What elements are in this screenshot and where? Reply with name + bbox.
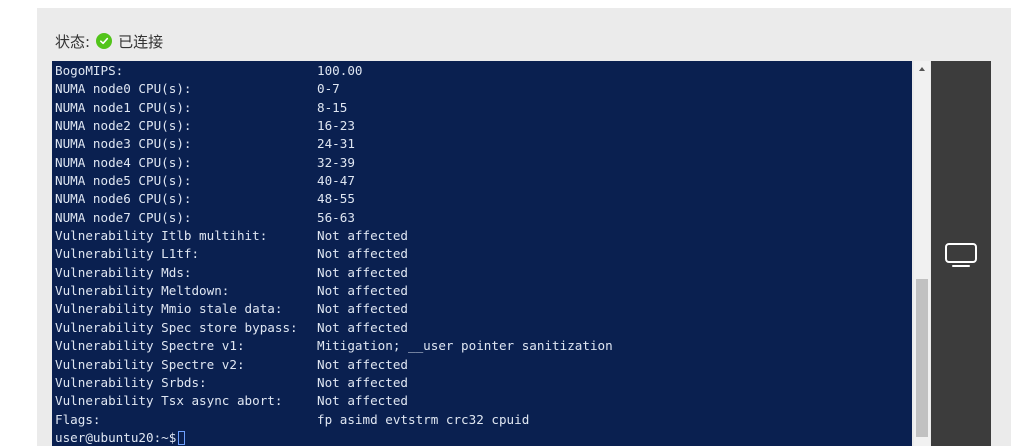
terminal-line-value: Not affected [317,228,408,244]
terminal-line-key: NUMA node1 CPU(s): [55,99,192,115]
terminal-line-value: fp asimd evtstrm crc32 cpuid [317,411,530,427]
terminal-line-key: Vulnerability Spectre v2: [55,356,245,372]
terminal-line-value: Mitigation; __user pointer sanitization [317,338,613,354]
monitor-icon [944,242,978,272]
terminal-line: Vulnerability Spec store bypass: Not affe… [55,319,408,337]
monitor-button[interactable] [943,243,979,271]
terminal-line-value: 48-55 [317,191,355,207]
terminal-line-key: Vulnerability Spec store bypass: [55,319,298,335]
terminal-line-key: Vulnerability L1tf: [55,246,200,262]
terminal-line-key: Vulnerability Meltdown: [55,283,230,299]
terminal-scrollbar[interactable] [914,61,930,446]
terminal-line-key: NUMA node4 CPU(s): [55,154,192,170]
terminal-line: Vulnerability Srbds: Not affected [55,374,408,392]
terminal-line-value: 32-39 [317,154,355,170]
status-label: 状态: [55,32,91,51]
terminal-line-key: Vulnerability Tsx async abort: [55,393,283,409]
terminal-line: Vulnerability Itlb multihit: Not affected [55,227,408,245]
terminal-line-value: Not affected [317,374,408,390]
scrollbar-thumb[interactable] [916,279,928,437]
terminal-prompt-line[interactable]: user@ubuntu20:~$ [55,429,186,446]
terminal-line: NUMA node7 CPU(s): 56-63 [55,209,355,227]
terminal-line: Vulnerability Mmio stale data: Not affect… [55,300,408,318]
status-value: 已连接 [118,32,164,51]
terminal-line-key: NUMA node2 CPU(s): [55,118,192,134]
terminal-line-value: 16-23 [317,118,355,134]
terminal-line: Flags: fp asimd evtstrm crc32 cpuid [55,411,529,429]
terminal-prompt: user@ubuntu20:~$ [55,429,177,445]
terminal-line: Vulnerability Meltdown: Not affected [55,282,408,300]
terminal-cursor [178,431,186,446]
terminal-line-value: Not affected [317,393,408,409]
terminal-line-key: NUMA node0 CPU(s): [55,81,192,97]
terminal-line-key: Vulnerability Srbds: [55,374,207,390]
terminal-line: NUMA node4 CPU(s): 32-39 [55,154,355,172]
terminal-line-value: 40-47 [317,173,355,189]
terminal-line-key: NUMA node6 CPU(s): [55,191,192,207]
connection-status: 状态: 已连接 [55,30,163,52]
terminal-line-key: BogoMIPS: [55,63,124,78]
terminal-line: Vulnerability Spectre v2: Not affected [55,356,408,374]
terminal-line-key: Vulnerability Mmio stale data: [55,301,283,317]
terminal-line-key: Vulnerability Itlb multihit: [55,228,268,244]
terminal-line: NUMA node3 CPU(s): 24-31 [55,135,355,153]
terminal-line: Vulnerability Spectre v1: Mitigation; __u… [55,337,613,355]
terminal-line-value: 56-63 [317,209,355,225]
terminal-line: NUMA node6 CPU(s): 48-55 [55,190,355,208]
terminal-line-value: 8-15 [317,99,348,115]
terminal-line-key: NUMA node5 CPU(s): [55,173,192,189]
terminal-line-value: Not affected [317,319,408,335]
terminal-line-value: Not affected [317,264,408,280]
terminal-line-key: NUMA node7 CPU(s): [55,209,192,225]
terminal-screen[interactable]: BogoMIPS: 100.00 NUMA node0 CPU(s): 0-7 NUMA… [52,61,912,446]
terminal-line-value: Not affected [317,283,408,299]
terminal-line: Vulnerability L1tf: Not affected [55,245,408,263]
terminal-line: NUMA node5 CPU(s): 40-47 [55,172,355,190]
terminal-line: Vulnerability Tsx async abort: Not affect… [55,392,408,410]
terminal-line-value: 100.00 [317,63,363,78]
terminal-line: NUMA node1 CPU(s): 8-15 [55,99,347,117]
terminal-line-value: Not affected [317,356,408,372]
side-toolbar [931,61,991,446]
terminal-line-value: 24-31 [317,136,355,152]
terminal-line: Vulnerability Mds: Not affected [55,264,408,282]
check-circle-icon [96,33,113,49]
terminal-line-key: Vulnerability Spectre v1: [55,338,245,354]
terminal-line: BogoMIPS: 100.00 [55,62,363,80]
terminal-line-value: Not affected [317,301,408,317]
terminal-line-value: Not affected [317,246,408,262]
terminal-line: NUMA node0 CPU(s): 0-7 [55,80,340,98]
terminal-line: NUMA node2 CPU(s): 16-23 [55,117,355,135]
terminal-line-key: Flags: [55,411,101,427]
terminal-line-key: Vulnerability Mds: [55,264,192,280]
terminal-line-key: NUMA node3 CPU(s): [55,136,192,152]
terminal-output: BogoMIPS: 100.00 NUMA node0 CPU(s): 0-7 NUMA… [55,62,613,446]
scroll-up-arrow-icon[interactable] [914,61,930,77]
terminal-line-value: 0-7 [317,81,340,97]
